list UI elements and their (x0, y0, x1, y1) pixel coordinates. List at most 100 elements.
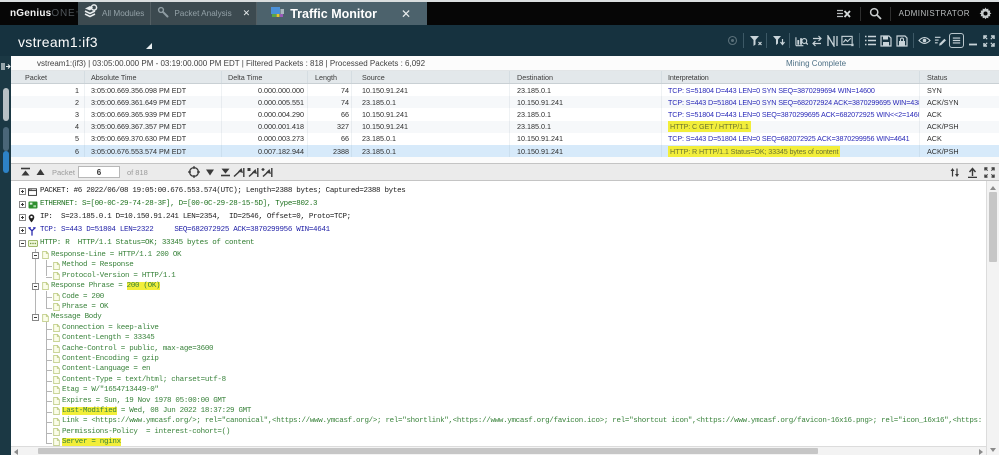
save-locked-icon[interactable] (895, 34, 908, 47)
tree-row[interactable]: Cache-Control = public, max-age=3600 (11, 344, 986, 354)
view-title-caret-icon[interactable] (146, 43, 152, 49)
scrollbar-up-icon[interactable] (990, 186, 996, 190)
tab-traffic-monitor[interactable]: Traffic Monitor ✕ (257, 2, 428, 25)
expand-box-icon[interactable] (19, 214, 26, 221)
tree-row[interactable]: HTTP: R HTTP/1.1 Status=OK; 33345 bytes … (11, 238, 986, 251)
column-header-status[interactable]: Status (920, 71, 999, 83)
search-icon[interactable] (869, 7, 882, 20)
tab-traffic-monitor-close-icon[interactable]: ✕ (401, 7, 411, 21)
export-top-icon[interactable] (967, 166, 978, 178)
compare-icon[interactable] (810, 35, 823, 47)
tree-row[interactable]: Expires = Sun, 19 Nov 1978 05:00:00 GMT (11, 396, 986, 406)
view-title[interactable]: vstream1:if3 (18, 34, 98, 50)
column-header-absolute-time[interactable]: Absolute Time (85, 71, 222, 83)
tab-packet-analysis[interactable]: Packet Analysis ✕ (151, 2, 258, 25)
tab-packet-analysis-close-icon[interactable]: ✕ (243, 9, 251, 19)
tree-row[interactable]: Server = nginx (11, 438, 986, 446)
packet-row-2[interactable]: 2 3:05:00.669.361.649 PM EDT 0.000.005.551… (11, 96, 999, 109)
tree-row[interactable]: Content-Length = 33345 (11, 334, 986, 344)
tree-row[interactable]: Response-Line = HTTP/1.1 200 OK (11, 251, 986, 261)
column-header-interpretation[interactable]: Interpretation (662, 71, 920, 83)
tree-row[interactable]: Content-Encoding = gzip (11, 355, 986, 365)
next-flag-icon[interactable] (247, 167, 259, 178)
edit-notes-icon[interactable] (934, 35, 947, 47)
detail-horizontal-scrollbar[interactable] (11, 446, 986, 455)
tree-row[interactable]: Phrase = OK (11, 303, 986, 313)
tree-row[interactable]: Response Phrase = 200 (OK) (11, 282, 986, 292)
filter-apply-icon[interactable] (772, 35, 785, 47)
next-bookmark-icon[interactable] (261, 167, 273, 178)
tree-row[interactable]: Etag = W/"1654713449-0" (11, 386, 986, 396)
goto-packet-icon[interactable] (187, 166, 200, 178)
packet-row-3[interactable]: 3 3:05:00.669.365.939 PM EDT 0.000.004.290… (11, 108, 999, 121)
scrollbar-left-icon[interactable] (14, 449, 18, 455)
scroll-top-icon[interactable] (20, 167, 31, 177)
tree-row[interactable]: Content-Type = text/html; charset=utf-8 (11, 375, 986, 385)
scroll-bottom-icon[interactable] (220, 167, 231, 177)
trend-chart-icon[interactable] (841, 35, 854, 47)
tree-row[interactable]: Message Body (11, 313, 986, 323)
packet-row-4[interactable]: 4 3:05:00.669.367.357 PM EDT 0.000.001.418… (11, 120, 999, 133)
record-icon[interactable] (726, 35, 739, 46)
packet-row-6[interactable]: 6 3:05:00.676.553.574 PM EDT 0.007.182.944… (11, 144, 999, 158)
save-icon[interactable] (880, 34, 893, 47)
tree-row[interactable]: IP: S=23.185.0.1 D=10.150.91.241 LEN=235… (11, 212, 986, 225)
tree-row[interactable]: Last-Modified = Wed, 08 Jun 2022 18:37:2… (11, 407, 986, 417)
tree-row[interactable]: ETHERNET: S=[00-0C-29-74-28-3F], D=[00-0… (11, 199, 986, 212)
tree-row[interactable]: Method = Response (11, 261, 986, 271)
tree-row[interactable]: TCP: S=443 D=51804 LEN=2322 SEQ=68207292… (11, 225, 986, 238)
netflow-icon[interactable] (826, 34, 839, 47)
tree-row[interactable]: Protocol-Version = HTTP/1.1 (11, 271, 986, 281)
column-header-delta-time[interactable]: Delta Time (222, 71, 308, 83)
list-view-icon[interactable] (864, 35, 877, 46)
sidebar-scroll-pill-slate[interactable] (3, 127, 9, 151)
scrollbar-right-icon[interactable] (979, 449, 983, 455)
sidebar-scroll-pill-gray[interactable] (3, 88, 9, 121)
expand-box-icon[interactable] (19, 227, 26, 234)
analyze-chart-icon[interactable] (794, 35, 808, 47)
tree-row[interactable]: Code = 200 (11, 292, 986, 302)
vscroll-thumb[interactable] (989, 192, 997, 262)
column-header-source[interactable]: Source (352, 71, 510, 83)
collapse-box-icon[interactable] (31, 314, 39, 322)
traffic-monitor-icon (270, 4, 285, 23)
settings-gear-icon[interactable] (979, 7, 992, 20)
close-all-icon[interactable] (836, 8, 852, 20)
tab-all-modules[interactable]: All Modules (78, 2, 152, 25)
packet-number-input[interactable] (77, 166, 120, 178)
tree-row[interactable]: Content-Language = en (11, 365, 986, 375)
scrollbar-down-icon[interactable] (990, 448, 996, 452)
menu-icon[interactable] (949, 33, 964, 48)
expand-box-icon[interactable] (19, 201, 26, 208)
column-header-length[interactable]: Length (308, 71, 352, 83)
tree-row[interactable]: Connection = keep-alive (11, 323, 986, 333)
collapse-box-icon[interactable] (31, 251, 39, 259)
collapse-box-icon[interactable] (19, 240, 26, 247)
user-menu[interactable]: ADMINISTRATOR (899, 9, 970, 18)
sort-icon[interactable] (949, 167, 961, 178)
minimize-icon[interactable] (967, 36, 980, 46)
sidebar-scroll-pill-blue[interactable] (3, 151, 9, 173)
page-icon (53, 324, 60, 333)
packet-row-5[interactable]: 5 3:05:00.669.370.630 PM EDT 0.000.003.273… (11, 132, 999, 145)
view-eye-icon[interactable] (918, 36, 931, 45)
tree-row[interactable]: Permissions-Policy = interest-cohort=() (11, 427, 986, 437)
next-packet-icon[interactable] (205, 168, 215, 177)
prev-packet-icon[interactable] (35, 167, 46, 177)
expand-pane-icon[interactable] (984, 166, 995, 178)
column-header-destination[interactable]: Destination (510, 71, 662, 83)
hscroll-thumb[interactable] (38, 448, 818, 454)
expand-box-icon[interactable] (19, 188, 26, 195)
detail-vertical-scrollbar[interactable] (986, 181, 999, 455)
tree-row-text: Protocol-Version = HTTP/1.1 (62, 271, 176, 280)
packet-row-1[interactable]: 1 3:05:00.669.356.098 PM EDT 0.000.000.000… (11, 84, 999, 97)
tree-row[interactable]: PACKET: #6 2022/06/08 19:05:00.676.553.5… (11, 186, 986, 199)
maximize-icon[interactable] (982, 34, 995, 47)
cell: 10.150.91.241 (510, 132, 662, 145)
collapse-box-icon[interactable] (31, 282, 39, 290)
tree-row[interactable]: Link = <https://www.ymcasf.org/>; rel="c… (11, 417, 986, 427)
sidebar-expand-icon[interactable] (1, 58, 11, 76)
next-error-icon[interactable] (233, 167, 245, 178)
column-header-packet[interactable]: Packet (11, 71, 85, 83)
filter-icon[interactable] (749, 35, 762, 47)
